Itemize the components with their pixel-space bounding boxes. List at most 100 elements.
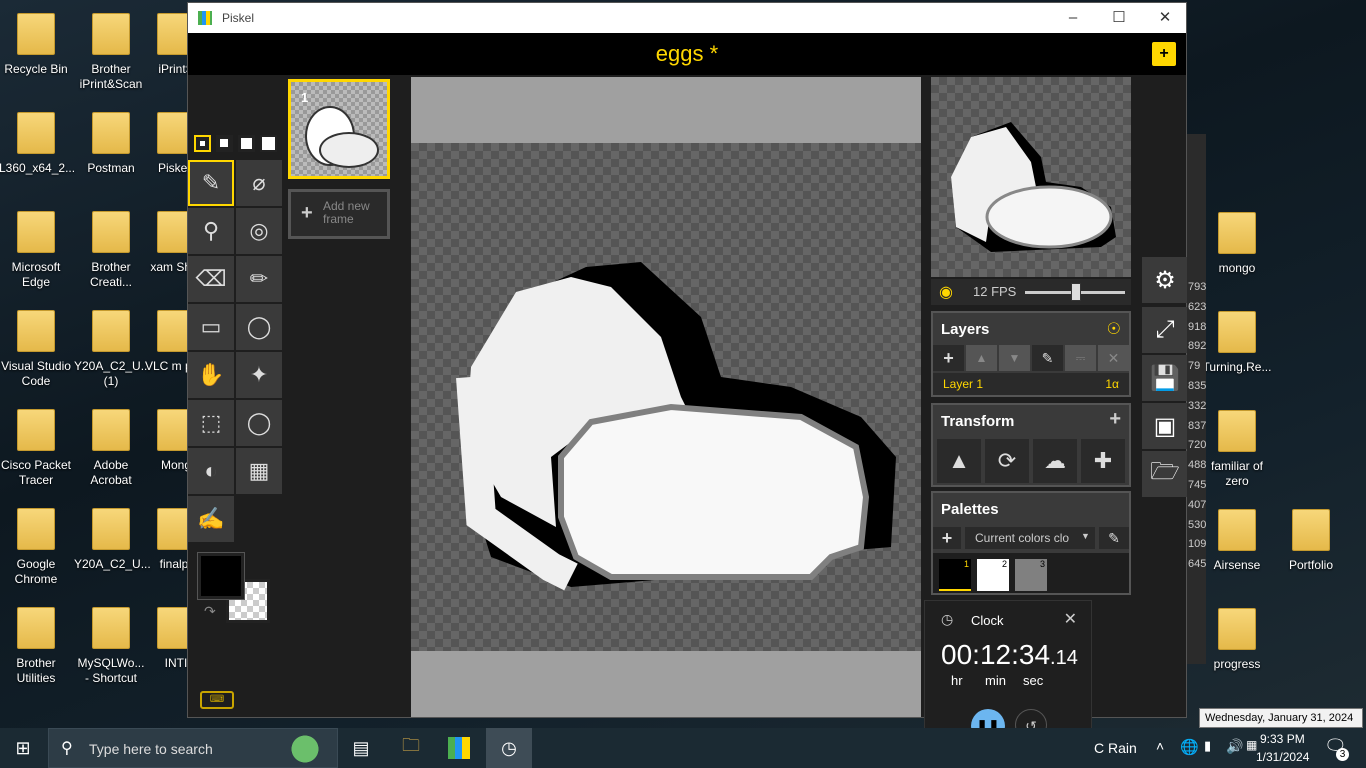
task-view-icon[interactable]: ▤ [338,728,384,768]
paint-bucket-icon[interactable]: ⚲ [188,208,234,254]
rectangle-tool-icon[interactable]: ▭ [188,304,234,350]
folder-icon [1207,506,1267,554]
dithering-icon[interactable]: ▦ [236,448,282,494]
save-icon[interactable]: 💾 [1142,355,1188,401]
desktop-icon[interactable]: mongo [1200,205,1274,299]
desktop-icon[interactable]: Brother Creati... [74,204,148,298]
taskbar-date[interactable]: 1/31/2024 [1256,750,1309,764]
circle-tool-icon[interactable]: ◯ [236,304,282,350]
create-palette-button[interactable]: + [933,527,961,549]
pen-size-3[interactable] [238,135,255,152]
minimize-button[interactable]: – [1050,3,1096,33]
taskbar-time[interactable]: 9:33 PM [1260,732,1305,746]
notification-count: 3 [1336,748,1349,761]
vertical-mirror-pen-icon[interactable]: ⌀ [236,160,282,206]
desktop-icon[interactable]: Microsoft Edge [0,204,73,298]
clone-sheep-icon[interactable]: ☁ [1033,439,1077,483]
edit-palette-icon[interactable]: ✎ [1099,527,1129,549]
start-windows-icon[interactable]: ⊞ [0,728,46,768]
desktop-icon[interactable]: Portfolio [1274,502,1348,596]
transform-expand-icon[interactable]: + [1109,408,1121,431]
pen-size-1[interactable] [194,135,211,152]
stroke-tool-icon[interactable]: ✏ [236,256,282,302]
rename-layer-icon[interactable]: ✎ [1032,345,1063,371]
desktop-icon[interactable]: Recycle Bin [0,6,73,100]
desktop-icon[interactable]: Airsense [1200,502,1274,596]
rotate-icon[interactable]: ⟳ [985,439,1029,483]
flip-icon[interactable]: ▲ [937,439,981,483]
new-sprite-button[interactable]: + [1152,42,1176,66]
resize-icon[interactable]: ⤢ [1142,307,1188,353]
desktop-icon[interactable]: Brother Utilities [0,600,73,694]
close-button[interactable]: ✕ [1142,3,1188,33]
paint-same-color-icon[interactable]: ◎ [236,208,282,254]
desktop-icon[interactable]: Adobe Acrobat [74,402,148,496]
rect-select-icon[interactable]: ⬚ [188,400,234,446]
magic-wand-icon[interactable]: ✦ [236,352,282,398]
swap-colors-icon[interactable]: ↷ [204,603,216,620]
show-hidden-icons-chevron-icon[interactable]: ˄ [1156,738,1164,754]
pen-size-2[interactable] [216,135,233,152]
frame-egg-front [319,132,379,168]
desktop-icon[interactable]: MySQLWo... - Shortcut [74,600,148,694]
palette-swatch-2[interactable]: 2 [977,559,1009,591]
battery-icon[interactable]: ▮ [1204,738,1211,754]
layer-row[interactable]: Layer 1 1α [933,373,1129,395]
layer-visibility-eye-icon[interactable]: ☉ [1107,319,1121,339]
move-layer-up-button[interactable]: ▲ [966,345,997,371]
pen-tool-icon[interactable]: ✎ [188,160,234,206]
search-icon: ⚲ [61,740,73,757]
palette-dropdown-icon[interactable]: ▼ [1081,531,1090,541]
desktop-icon[interactable]: progress [1200,601,1274,695]
delete-layer-icon[interactable]: ✕ [1098,345,1129,371]
desktop-icon[interactable]: Visual Studio Code [0,303,73,397]
eraser-icon[interactable]: ⌫ [188,256,234,302]
lasso-select-icon[interactable]: ◯ [236,400,282,446]
maximize-button[interactable]: ☐ [1096,3,1142,33]
desktop-icon-label: Cisco Packet Tracer [0,458,72,487]
desktop-icon[interactable]: Brother iPrint&Scan [74,6,148,100]
desktop-icon[interactable]: Y20A_C2_U... (1) [74,303,151,397]
clock-taskbar-icon[interactable]: ◷ [486,728,532,768]
volume-icon[interactable]: 🔊 [1226,738,1243,755]
fps-slider-thumb[interactable] [1071,283,1081,301]
palette-select[interactable]: Current colors clo [965,527,1095,549]
piskel-taskbar-icon[interactable] [436,728,482,768]
merge-layer-icon[interactable]: ⎓ [1065,345,1096,371]
add-layer-button[interactable]: + [933,345,964,371]
desktop-icon[interactable]: L360_x64_2... [0,105,75,199]
desktop-icon[interactable]: Y20A_C2_U... [74,501,151,595]
pen-size-4[interactable] [260,135,277,152]
settings-gear-icon[interactable]: ⚙ [1142,257,1188,303]
frame-thumbnail[interactable]: 1 [288,79,390,179]
search-box[interactable]: ⚲ Type here to search [48,728,338,768]
desktop-icon[interactable]: Google Chrome [0,501,73,595]
move-layer-down-button[interactable]: ▼ [999,345,1030,371]
keyboard-shortcuts-icon[interactable]: ⌨ [200,691,234,709]
primary-color-swatch[interactable] [197,552,245,600]
weather-text[interactable]: C Rain [1094,740,1137,756]
desktop-icon[interactable]: Postman [74,105,148,199]
desktop-icon[interactable]: Cisco Packet Tracer [0,402,73,496]
network-globe-icon[interactable]: 🌐 [1180,738,1199,756]
export-image-icon[interactable]: ▣ [1142,403,1188,449]
open-folder-icon[interactable]: 🗁 [1142,451,1188,497]
move-hand-icon[interactable]: ✋ [188,352,234,398]
file-explorer-icon[interactable]: 🗀 [388,728,434,768]
title-bar: Piskel – ☐ ✕ [188,3,1186,33]
center-align-icon[interactable]: ✚ [1081,439,1125,483]
palette-swatch-1[interactable]: 1 [939,559,971,591]
desktop-icon[interactable]: familiar of zero [1200,403,1274,497]
palette-swatch-3[interactable]: 3 [1015,559,1047,591]
color-picker-icon[interactable]: ✍ [188,496,234,542]
lighten-icon[interactable]: ◐ [188,448,234,494]
desktop-icon-label: Brother Creati... [89,260,132,289]
document-name[interactable]: eggs * [188,41,1186,67]
search-highlight-icon [277,731,333,767]
desktop-icon[interactable]: Turning.Re... [1200,304,1274,398]
layer-opacity[interactable]: 1α [1105,377,1119,391]
drawing-canvas[interactable] [411,77,921,717]
clock-close-icon[interactable]: ✕ [1064,609,1077,629]
onion-skin-icon[interactable]: ◉ [939,282,953,302]
add-frame-button[interactable]: + Add new frame [288,189,390,239]
